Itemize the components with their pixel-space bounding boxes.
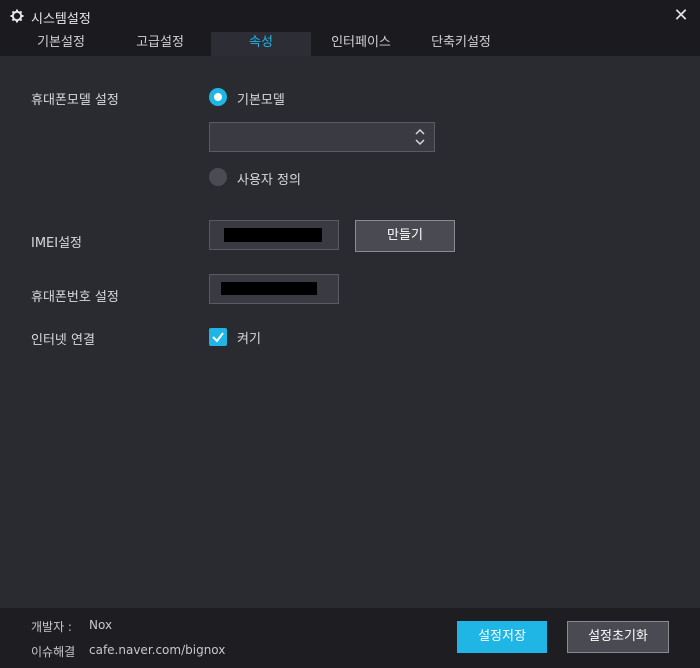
tab-bar: 기본설정 고급설정 속성 인터페이스 단축키설정: [0, 32, 700, 56]
close-icon: ✕: [673, 5, 689, 26]
internet-checkbox[interactable]: [209, 328, 227, 346]
internet-label: 인터넷 연결: [31, 333, 95, 348]
tab-shortcut-settings[interactable]: 단축키설정: [411, 32, 511, 56]
checkmark-icon: [212, 332, 224, 343]
phone-number-redacted-value: [221, 282, 317, 295]
generate-imei-button[interactable]: 만들기: [355, 220, 455, 252]
window-title: 시스템설정: [31, 12, 91, 27]
properties-panel: 휴대폰모델 설정 기본모델 사용자 정의 IMEI설정 만들기 휴대폰번호 설정…: [0, 56, 700, 608]
reset-settings-button[interactable]: 설정초기화: [567, 621, 669, 653]
imei-field[interactable]: [209, 220, 339, 250]
tab-basic-settings[interactable]: 기본설정: [11, 32, 111, 56]
footer: 개발자 : Nox 이슈해결 cafe.naver.com/bignox 설정저…: [0, 608, 700, 668]
default-model-radio[interactable]: [209, 88, 227, 106]
phone-model-select[interactable]: [209, 122, 435, 152]
close-button[interactable]: ✕: [672, 6, 690, 26]
phone-model-label: 휴대폰모델 설정: [31, 93, 119, 108]
title-bar: 시스템설정 ✕: [0, 0, 700, 32]
custom-model-radio[interactable]: [209, 168, 227, 186]
internet-checkbox-label: 켜기: [237, 332, 261, 347]
custom-model-label: 사용자 정의: [237, 173, 301, 188]
imei-redacted-value: [224, 228, 322, 242]
phone-number-label: 휴대폰번호 설정: [31, 290, 119, 305]
save-settings-button[interactable]: 설정저장: [457, 621, 547, 653]
tab-advanced-settings[interactable]: 고급설정: [110, 32, 210, 56]
chevron-up-down-icon: [415, 128, 425, 146]
developer-value: Nox: [89, 618, 113, 632]
phone-number-field[interactable]: [209, 274, 339, 304]
imei-label: IMEI설정: [31, 236, 83, 251]
issue-label: 이슈해결: [31, 645, 76, 659]
tab-interface[interactable]: 인터페이스: [311, 32, 411, 56]
tab-properties[interactable]: 속성: [211, 32, 311, 56]
gear-icon: [10, 9, 24, 23]
developer-label: 개발자 :: [31, 620, 72, 634]
issue-link[interactable]: cafe.naver.com/bignox: [89, 643, 225, 657]
default-model-label: 기본모델: [237, 93, 285, 108]
